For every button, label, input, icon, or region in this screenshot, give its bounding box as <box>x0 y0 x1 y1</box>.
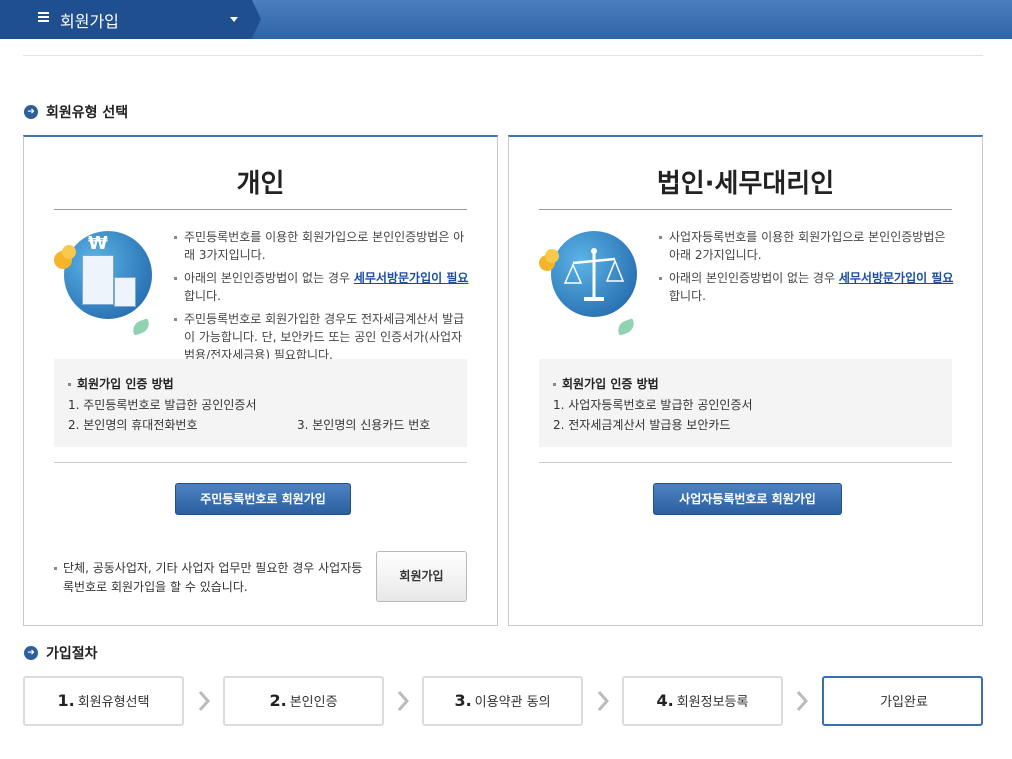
menu-tab-arrow <box>252 0 261 38</box>
arrow-circle-icon: ➜ <box>24 105 38 119</box>
business-note: 단체, 공동사업자, 기타 사업자 업무만 필요한 경우 사업자등록번호로 회원… <box>54 559 363 597</box>
scales-illustration <box>539 229 649 341</box>
won-icon: ₩ <box>88 233 108 254</box>
panel-title: 개인 <box>236 169 285 199</box>
list-item: 사업자등록번호를 이용한 회원가입으로 본인인증방법은 아래 2가지입니다. <box>659 228 954 264</box>
step-verification: 2. 본인인증 <box>223 676 384 726</box>
section-signup-steps: ➜ 가입절차 <box>24 644 98 662</box>
visit-signup-link[interactable]: 세무서방문가입이 필요 <box>354 271 469 285</box>
auth-methods-box: 회원가입 인증 방법 1. 사업자등록번호로 발급한 공인인증서 2. 전자세금… <box>539 359 952 447</box>
panel-corporate: 법인·세무대리인 사업자등록번호를 이용한 회원가입으로 본인인증방법은 아래 … <box>508 135 983 626</box>
corporate-description: 사업자등록번호를 이용한 회원가입으로 본인인증방법은 아래 2가지입니다. 아… <box>659 228 954 310</box>
caret-down-icon <box>230 17 238 22</box>
step-complete: 가입완료 <box>822 676 983 726</box>
auth-method-item: 2. 전자세금계산서 발급용 보안카드 <box>553 418 731 432</box>
section-title: 가입절차 <box>46 646 98 662</box>
auth-methods-title: 회원가입 인증 방법 <box>68 375 174 392</box>
auth-methods-title: 회원가입 인증 방법 <box>553 375 659 392</box>
section-member-type: ➜ 회원유형 선택 <box>24 103 128 121</box>
list-item: 주민등록번호로 회원가입한 경우도 전자세금계산서 발급이 가능합니다. 단, … <box>174 310 469 364</box>
individual-description: 주민등록번호를 이용한 회원가입으로 본인인증방법은 아래 3가지입니다. 아래… <box>174 228 469 369</box>
menu-title: 회원가입 <box>60 12 119 31</box>
arrow-circle-icon: ➜ <box>24 646 38 660</box>
step-member-info: 4. 회원정보등록 <box>622 676 783 726</box>
panel-individual: 개인 ₩ 주민등록번호를 이용한 회원가입으로 본인인증방법은 아래 3가지입니… <box>23 135 498 626</box>
auth-methods-box: 회원가입 인증 방법 1. 주민등록번호로 발급한 공인인증서 2. 본인명의 … <box>54 359 467 447</box>
signup-button[interactable]: 회원가입 <box>376 551 467 602</box>
scales-icon <box>563 248 625 301</box>
list-item: 아래의 본인인증방법이 없는 경우 세무서방문가입이 필요합니다. <box>174 269 469 305</box>
list-item: 아래의 본인인증방법이 없는 경우 세무서방문가입이 필요합니다. <box>659 269 954 305</box>
auth-method-item: 1. 주민등록번호로 발급한 공인인증서 <box>68 398 257 412</box>
title-rule <box>54 209 467 210</box>
menu-dropdown[interactable]: 회원가입 <box>0 0 252 39</box>
visit-signup-link[interactable]: 세무서방문가입이 필요 <box>839 271 954 285</box>
auth-method-item: 3. 본인명의 신용카드 번호 <box>297 418 431 432</box>
business-number-signup-button[interactable]: 사업자등록번호로 회원가입 <box>653 483 842 515</box>
auth-method-item: 2. 본인명의 휴대전화번호 <box>68 418 198 432</box>
divider <box>54 462 467 463</box>
chevron-right-icon <box>597 691 610 711</box>
title-rule <box>539 209 952 210</box>
auth-method-item: 1. 사업자등록번호로 발급한 공인인증서 <box>553 398 753 412</box>
building-illustration: ₩ <box>54 229 164 341</box>
divider <box>539 462 952 463</box>
chevron-right-icon <box>397 691 410 711</box>
chevron-right-icon <box>198 691 211 711</box>
step-select-type: 1. 회원유형선택 <box>23 676 184 726</box>
step-terms-agree: 3. 이용약관 동의 <box>422 676 583 726</box>
chevron-right-icon <box>796 691 809 711</box>
hamburger-icon <box>38 12 49 23</box>
panel-title: 법인·세무대리인 <box>656 169 835 199</box>
section-title: 회원유형 선택 <box>46 105 129 121</box>
list-item: 주민등록번호를 이용한 회원가입으로 본인인증방법은 아래 3가지입니다. <box>174 228 469 264</box>
resident-number-signup-button[interactable]: 주민등록번호로 회원가입 <box>175 483 351 515</box>
divider <box>23 55 983 56</box>
